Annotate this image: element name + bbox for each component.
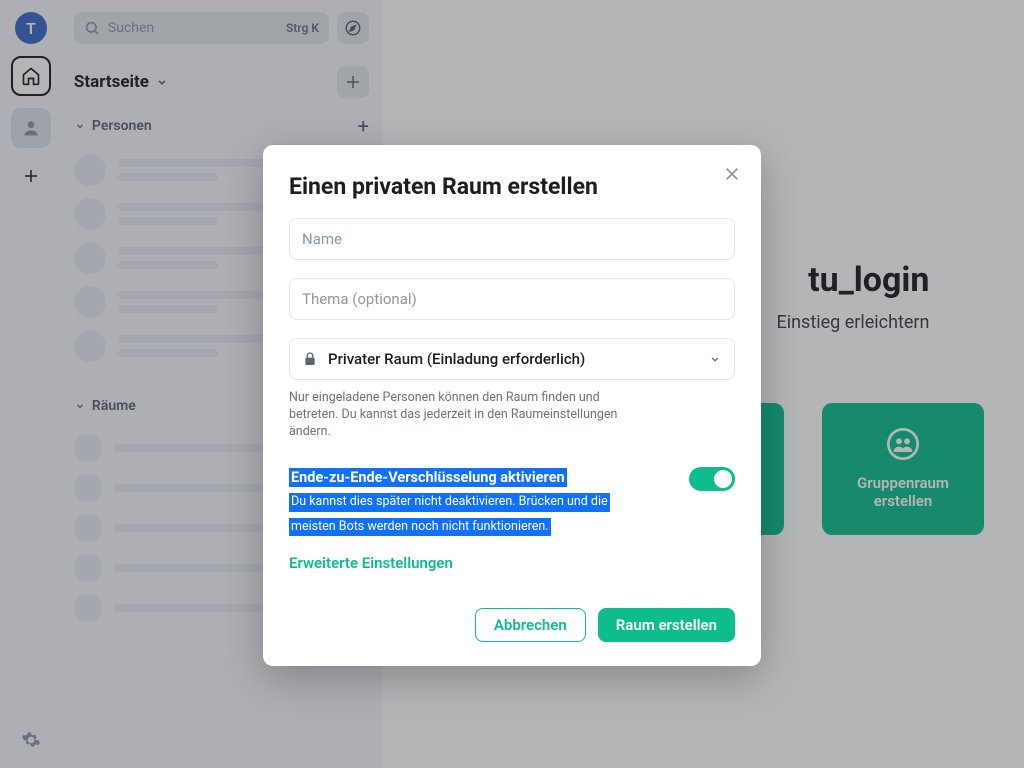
cancel-button[interactable]: Abbrechen: [475, 608, 586, 642]
room-privacy-value: Privater Raum (Einladung erforderlich): [328, 350, 585, 368]
dialog-title: Einen privaten Raum erstellen: [289, 173, 735, 200]
e2e-subtext: Du kannst dies später nicht deaktivieren…: [289, 493, 610, 512]
e2e-title: Ende-zu-Ende-Verschlüsselung aktivieren: [289, 468, 567, 487]
close-button[interactable]: [723, 165, 741, 183]
room-name-input[interactable]: [289, 218, 735, 260]
e2e-toggle[interactable]: [689, 467, 735, 491]
close-icon: [723, 165, 741, 183]
modal-backdrop[interactable]: Einen privaten Raum erstellen Privater R…: [0, 0, 1024, 768]
chevron-down-icon: [708, 352, 722, 366]
create-room-button[interactable]: Raum erstellen: [598, 608, 735, 642]
e2e-subtext: meisten Bots werden noch nicht funktioni…: [289, 518, 551, 537]
advanced-settings-toggle[interactable]: Erweiterte Einstellungen: [289, 554, 735, 572]
privacy-help-text: Nur eingeladene Personen können den Raum…: [289, 390, 649, 441]
create-room-dialog: Einen privaten Raum erstellen Privater R…: [263, 145, 761, 666]
room-privacy-select[interactable]: Privater Raum (Einladung erforderlich): [289, 338, 735, 380]
lock-icon: [302, 351, 318, 367]
room-topic-input[interactable]: [289, 278, 735, 320]
